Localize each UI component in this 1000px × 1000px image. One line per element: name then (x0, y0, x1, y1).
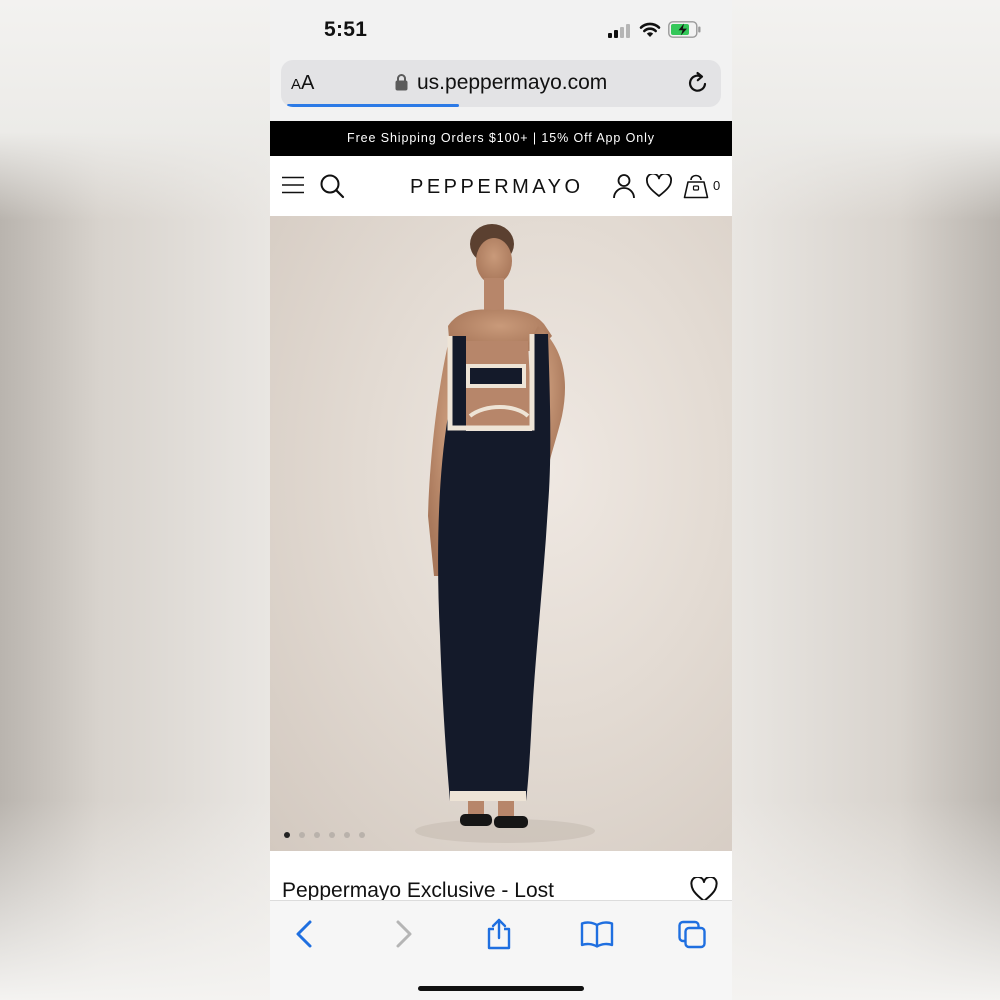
url-text[interactable]: us.peppermayo.com (417, 71, 607, 95)
status-time: 5:51 (324, 18, 368, 41)
reload-icon[interactable] (686, 71, 710, 95)
lock-icon (395, 74, 408, 91)
wifi-icon (639, 22, 661, 37)
book-icon[interactable] (580, 918, 614, 950)
carousel-dot[interactable] (329, 832, 335, 838)
site-logo[interactable]: PEPPERMAYO (410, 176, 584, 199)
cart-count[interactable]: 0 (713, 178, 720, 193)
browser-toolbar (270, 900, 732, 1000)
carousel-dot[interactable] (284, 832, 290, 838)
battery-charging-icon (668, 21, 701, 38)
site-header: PEPPERMAYO 0 (270, 156, 732, 216)
heart-icon[interactable] (646, 174, 672, 198)
promo-banner[interactable]: Free Shipping Orders $100+ | 15% Off App… (270, 121, 732, 156)
text-size-button[interactable]: AA (291, 72, 314, 95)
chevron-right-icon[interactable] (388, 918, 418, 950)
carousel-dot[interactable] (344, 832, 350, 838)
model-illustration (415, 224, 595, 843)
chevron-left-icon[interactable] (290, 918, 320, 950)
home-indicator[interactable] (418, 986, 584, 991)
share-icon[interactable] (484, 918, 514, 950)
address-bar[interactable]: AA us.peppermayo.com (281, 60, 721, 107)
search-icon[interactable] (319, 173, 345, 199)
carousel-dot[interactable] (359, 832, 365, 838)
carousel-dot[interactable] (299, 832, 305, 838)
status-bar: 5:51 (270, 0, 732, 58)
signal-bars-icon (608, 24, 630, 38)
carousel-dot[interactable] (314, 832, 320, 838)
carousel-dots[interactable] (284, 832, 365, 838)
hamburger-menu-icon[interactable] (282, 176, 304, 194)
tabs-icon[interactable] (677, 918, 707, 950)
page-load-progress (287, 104, 459, 107)
shopping-bag-icon[interactable] (683, 171, 709, 199)
product-image[interactable] (270, 216, 732, 851)
user-icon[interactable] (612, 173, 636, 199)
phone-screen: 5:51 AA us.peppermayo.com Free Shipping … (270, 0, 732, 1000)
